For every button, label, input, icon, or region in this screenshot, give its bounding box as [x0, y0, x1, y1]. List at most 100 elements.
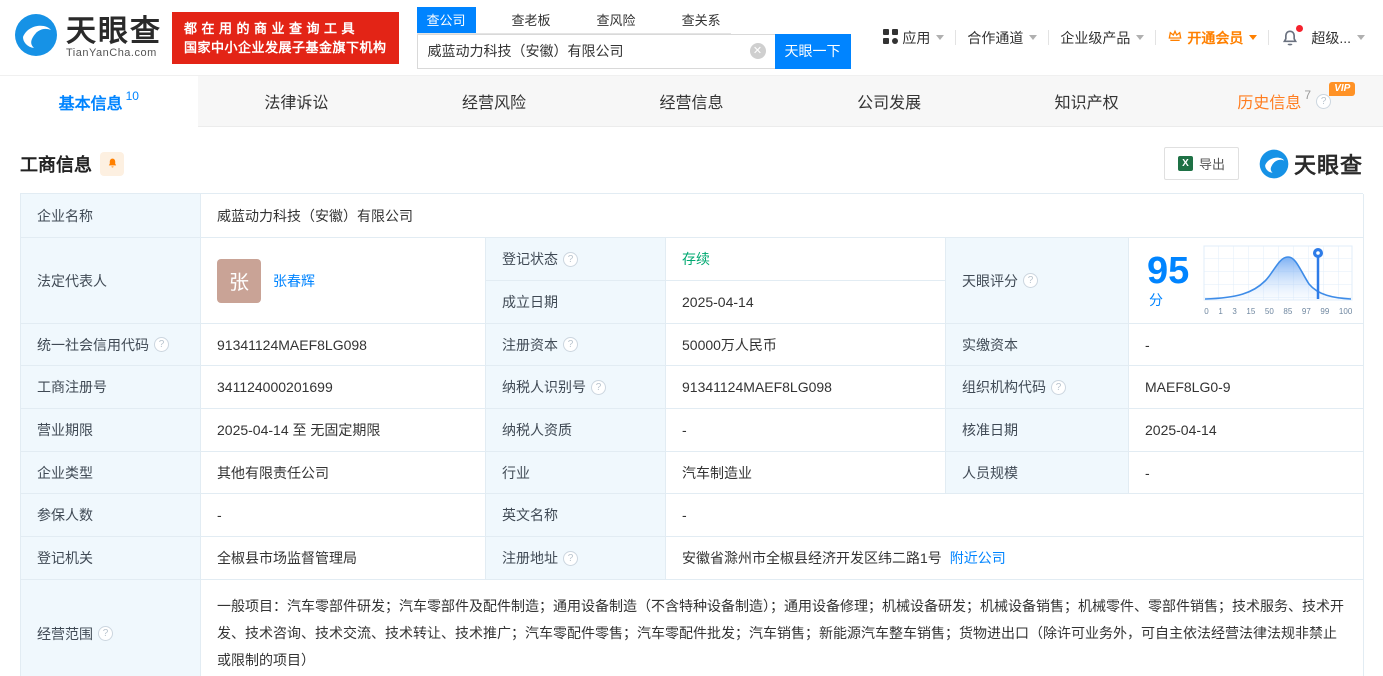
field-value-org-code: MAEF8LG0-9	[1129, 366, 1364, 409]
field-value-reg-status: 存续	[666, 238, 946, 281]
search-tab-risk[interactable]: 查风险	[587, 7, 646, 33]
help-icon[interactable]	[591, 380, 606, 395]
field-value-reg-address: 安徽省滁州市全椒县经济开发区纬二路1号 附近公司	[666, 537, 1364, 580]
field-label-reg-authority: 登记机关	[21, 537, 201, 580]
apps-menu[interactable]: 应用	[883, 28, 944, 48]
field-label-insured-count: 参保人数	[21, 494, 201, 537]
tianyancha-logo[interactable]: 天眼查 TianYanCha.com	[14, 13, 162, 62]
help-icon[interactable]	[563, 551, 578, 566]
score-number: 95	[1147, 250, 1189, 292]
tianyancha-logo-icon	[14, 13, 58, 62]
tab-intellectual-property[interactable]: 知识产权	[988, 76, 1186, 126]
field-value-industry: 汽车制造业	[666, 452, 946, 494]
field-label-text: 经营范围	[37, 624, 93, 644]
field-value-business-scope: 一般项目：汽车零部件研发；汽车零部件及配件制造；通用设备制造（不含特种设备制造）…	[201, 580, 1364, 676]
chevron-down-icon	[1249, 35, 1257, 40]
divider	[1155, 30, 1156, 45]
user-menu-label: 超级...	[1311, 28, 1351, 48]
score-unit: 分	[1149, 292, 1163, 308]
field-label-taxpayer-qualification: 纳税人资质	[486, 409, 666, 452]
field-label-legal-rep: 法定代表人	[21, 238, 201, 324]
field-label-reg-status: 登记状态	[486, 238, 666, 281]
tab-label: 基本信息	[59, 90, 123, 114]
header-menu: 应用 合作通道 企业级产品 开通会员	[883, 28, 1365, 48]
tab-operating-risk[interactable]: 经营风险	[395, 76, 593, 126]
enterprise-menu-label: 企业级产品	[1060, 28, 1130, 48]
field-label-tyc-score: 天眼评分	[946, 238, 1129, 324]
search-tab-boss[interactable]: 查老板	[502, 7, 561, 33]
field-label-reg-number: 工商注册号	[21, 366, 201, 409]
field-label-company-type: 企业类型	[21, 452, 201, 494]
field-value-staff-size: -	[1129, 452, 1364, 494]
field-label-text: 登记状态	[502, 249, 558, 269]
field-label-paid-capital: 实缴资本	[946, 324, 1129, 366]
nearby-companies-link[interactable]: 附近公司	[950, 548, 1006, 568]
field-label-approval-date: 核准日期	[946, 409, 1129, 452]
chevron-down-icon	[1029, 35, 1037, 40]
tab-history-info[interactable]: VIP 历史信息 7	[1185, 76, 1383, 126]
score-distribution-chart: 0131550859799100	[1203, 245, 1353, 316]
field-label-text: 组织机构代码	[962, 377, 1046, 397]
open-vip-label: 开通会员	[1187, 28, 1243, 48]
field-value-reg-number: 341124000201699	[201, 366, 486, 409]
help-icon[interactable]	[98, 626, 113, 641]
chevron-down-icon	[1136, 35, 1144, 40]
search-tab-company[interactable]: 查公司	[417, 7, 476, 33]
search-tab-relation[interactable]: 查关系	[672, 7, 731, 33]
help-icon[interactable]	[1023, 273, 1038, 288]
field-label-establish-date: 成立日期	[486, 281, 666, 324]
export-label: 导出	[1199, 154, 1225, 173]
tab-label: 经营信息	[660, 89, 724, 113]
score-chart-axis: 0131550859799100	[1203, 307, 1353, 316]
field-value-company-type: 其他有限责任公司	[201, 452, 486, 494]
user-menu[interactable]: 超级...	[1311, 28, 1365, 48]
field-value-english-name: -	[666, 494, 1364, 537]
field-value-taxpayer-qualification: -	[666, 409, 946, 452]
legal-rep-avatar[interactable]: 张	[217, 259, 261, 303]
slogan-line1: 都在用的商业查询工具	[184, 19, 387, 38]
help-icon[interactable]	[154, 337, 169, 352]
top-header: 天眼查 TianYanCha.com 都在用的商业查询工具 国家中小企业发展子基…	[0, 0, 1383, 75]
monitor-bell-button[interactable]	[100, 152, 124, 176]
main-content: 工商信息 X 导出 天眼查 企业名称 威蓝动力科技	[0, 127, 1383, 676]
export-button[interactable]: X 导出	[1164, 147, 1239, 180]
partner-menu[interactable]: 合作通道	[967, 28, 1037, 48]
tab-legal-proceedings[interactable]: 法律诉讼	[198, 76, 396, 126]
help-icon[interactable]	[563, 252, 578, 267]
field-label-text: 统一社会信用代码	[37, 335, 149, 355]
divider	[1048, 30, 1049, 45]
open-vip-menu[interactable]: 开通会员	[1167, 28, 1257, 48]
help-icon[interactable]	[1051, 380, 1066, 395]
notification-bell[interactable]	[1280, 28, 1300, 48]
help-icon[interactable]	[563, 337, 578, 352]
field-value-reg-capital: 50000万人民币	[666, 324, 946, 366]
tab-basic-info[interactable]: 基本信息 10	[0, 76, 198, 127]
vip-badge: VIP	[1329, 82, 1355, 96]
field-label-org-code: 组织机构代码	[946, 366, 1129, 409]
field-label-reg-address: 注册地址	[486, 537, 666, 580]
search-button[interactable]: 天眼一下	[775, 34, 851, 69]
field-label-text: 注册资本	[502, 335, 558, 355]
search-input[interactable]	[417, 34, 775, 69]
search-block: 查公司 查老板 查风险 查关系 ✕ 天眼一下	[417, 7, 851, 69]
clear-search-icon[interactable]: ✕	[750, 43, 766, 59]
field-value-tyc-score: 95分	[1129, 238, 1364, 324]
field-label-staff-size: 人员规模	[946, 452, 1129, 494]
tab-label: 公司发展	[857, 89, 921, 113]
company-nav-tabs: 基本信息 10 法律诉讼 经营风险 经营信息 公司发展 知识产权 VIP 历史信…	[0, 75, 1383, 127]
field-value-taxpayer-id: 91341124MAEF8LG098	[666, 366, 946, 409]
field-label-reg-capital: 注册资本	[486, 324, 666, 366]
enterprise-menu[interactable]: 企业级产品	[1060, 28, 1144, 48]
field-value-approval-date: 2025-04-14	[1129, 409, 1364, 452]
field-label-credit-code: 统一社会信用代码	[21, 324, 201, 366]
chevron-down-icon	[936, 35, 944, 40]
legal-rep-link[interactable]: 张春辉	[273, 271, 315, 291]
slogan-banner: 都在用的商业查询工具 国家中小企业发展子基金旗下机构	[172, 12, 399, 64]
field-value-company-name: 威蓝动力科技（安徽）有限公司	[201, 194, 1364, 238]
field-value-paid-capital: -	[1129, 324, 1364, 366]
tab-operating-info[interactable]: 经营信息	[593, 76, 791, 126]
section-title: 工商信息	[20, 151, 92, 177]
tab-company-development[interactable]: 公司发展	[790, 76, 988, 126]
field-value-reg-authority: 全椒县市场监督管理局	[201, 537, 486, 580]
field-value-insured-count: -	[201, 494, 486, 537]
